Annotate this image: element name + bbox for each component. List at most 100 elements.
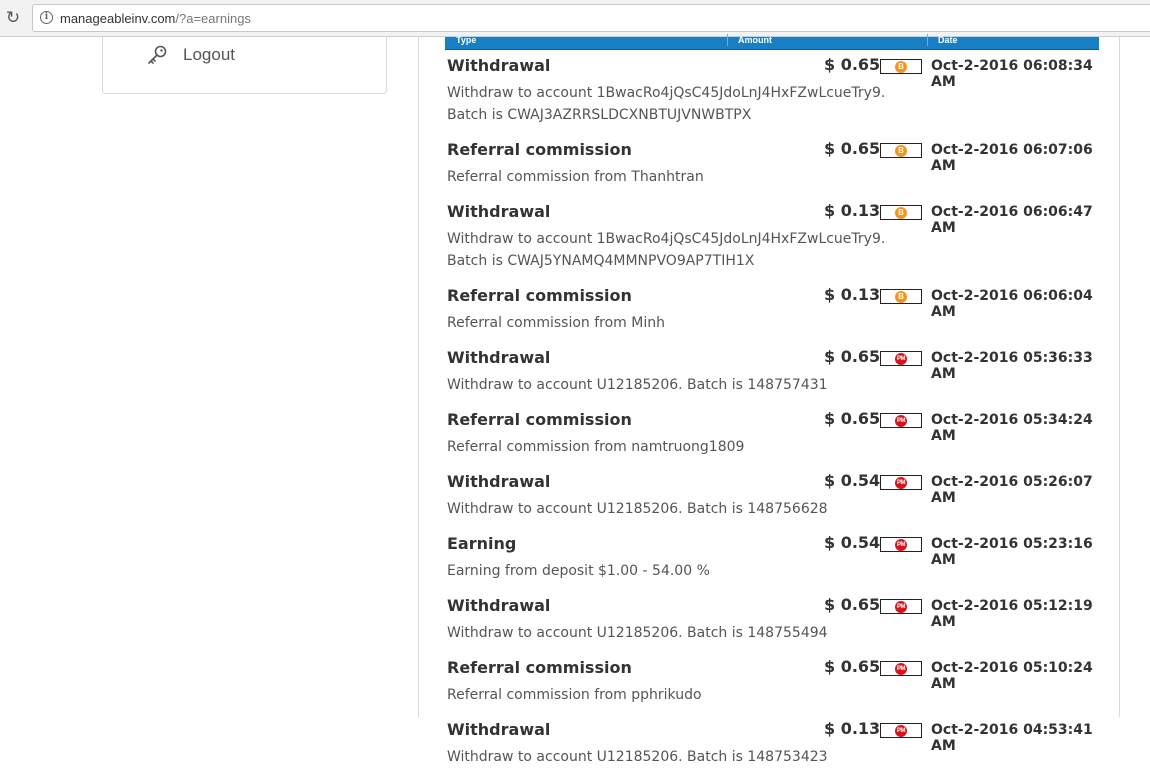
transaction-date: Oct-2-2016 05:36:33 AM — [931, 350, 1093, 382]
transaction-date: Oct-2-2016 05:12:19 AM — [931, 598, 1093, 630]
transaction-date: Oct-2-2016 06:08:34 AM — [931, 58, 1093, 90]
transaction-amount: $ 0.65 — [824, 139, 881, 158]
perfect-money-icon: PM — [895, 415, 907, 427]
transaction-amount: $ 0.13 — [824, 285, 881, 304]
bitcoin-icon: B — [895, 291, 907, 303]
payment-system-badge: PM — [880, 661, 922, 676]
header-date: Date — [927, 34, 958, 46]
perfect-money-icon: PM — [895, 663, 907, 675]
payment-system-badge: PM — [880, 537, 922, 552]
perfect-money-icon: PM — [895, 539, 907, 551]
payment-system-badge: B — [880, 289, 922, 304]
transaction-description: Referral commission from namtruong1809 — [447, 439, 745, 455]
transaction-date: Oct-2-2016 05:23:16 AM — [931, 536, 1093, 568]
address-bar[interactable]: i manageableinv.com/?a=earnings — [32, 4, 1150, 32]
transaction-date: Oct-2-2016 04:53:41 AM — [931, 722, 1093, 754]
transaction-row: Referral commission $ 0.65 PM Oct-2-2016… — [447, 407, 1107, 469]
transaction-type: Withdrawal — [447, 348, 551, 367]
table-header: Type Amount Date — [445, 34, 1099, 50]
bitcoin-icon: B — [895, 145, 907, 157]
payment-system-badge: PM — [880, 475, 922, 490]
transaction-description: Referral commission from pphrikudo — [447, 687, 702, 703]
transaction-type: Referral commission — [447, 140, 632, 159]
url-host: manageableinv.com — [60, 11, 176, 26]
bitcoin-icon: B — [895, 207, 907, 219]
transaction-amount: $ 0.65 — [824, 409, 881, 428]
logout-link[interactable]: Logout — [183, 45, 235, 65]
transaction-type: Earning — [447, 534, 517, 553]
transaction-type: Referral commission — [447, 658, 632, 677]
earnings-panel: Type Amount Date Withdrawal $ 0.65 B Oct… — [418, 34, 1120, 765]
bitcoin-icon: B — [895, 61, 907, 73]
transaction-header: Withdrawal $ 0.54 PM Oct-2-2016 05:26:07… — [447, 469, 1107, 506]
header-type: Type — [456, 35, 477, 45]
transaction-row: Referral commission $ 0.13 B Oct-2-2016 … — [447, 283, 1107, 345]
transaction-type: Withdrawal — [447, 472, 551, 491]
payment-system-badge: PM — [880, 723, 922, 738]
transaction-row: Withdrawal $ 0.54 PM Oct-2-2016 05:26:07… — [447, 469, 1107, 531]
header-amount: Amount — [727, 34, 772, 46]
transaction-date: Oct-2-2016 05:26:07 AM — [931, 474, 1093, 506]
sidebar-menu: Logout — [102, 37, 387, 94]
transaction-row: Withdrawal $ 0.13 PM Oct-2-2016 04:53:41… — [447, 717, 1107, 779]
payment-system-badge: PM — [880, 351, 922, 366]
transaction-header: Withdrawal $ 0.13 PM Oct-2-2016 04:53:41… — [447, 717, 1107, 754]
transaction-date: Oct-2-2016 05:34:24 AM — [931, 412, 1093, 444]
transaction-header: Referral commission $ 0.65 PM Oct-2-2016… — [447, 655, 1107, 692]
transaction-row: Earning $ 0.54 PM Oct-2-2016 05:23:16 AM… — [447, 531, 1107, 593]
transaction-header: Withdrawal $ 0.65 PM Oct-2-2016 05:36:33… — [447, 345, 1107, 382]
transaction-date: Oct-2-2016 06:07:06 AM — [931, 142, 1093, 174]
perfect-money-icon: PM — [895, 353, 907, 365]
browser-toolbar: ↻ i manageableinv.com/?a=earnings — [0, 0, 1150, 37]
transaction-description: Withdraw to account U12185206. Batch is … — [447, 501, 828, 517]
transaction-type: Withdrawal — [447, 56, 551, 75]
url-text: manageableinv.com/?a=earnings — [60, 11, 251, 26]
payment-system-badge: B — [880, 59, 922, 74]
transaction-description: Withdraw to account U12185206. Batch is … — [447, 749, 828, 765]
key-icon — [148, 45, 167, 64]
perfect-money-icon: PM — [895, 477, 907, 489]
transaction-description: Withdraw to account U12185206. Batch is … — [447, 377, 828, 393]
transaction-description: Referral commission from Thanhtran — [447, 169, 704, 185]
perfect-money-icon: PM — [895, 601, 907, 613]
transaction-amount: $ 0.54 — [824, 471, 881, 490]
transaction-amount: $ 0.65 — [824, 595, 881, 614]
transaction-description: Earning from deposit $1.00 - 54.00 % — [447, 563, 710, 579]
transaction-row: Referral commission $ 0.65 PM Oct-2-2016… — [447, 655, 1107, 717]
transaction-amount: $ 0.13 — [824, 719, 881, 738]
transaction-description: Withdraw to account U12185206. Batch is … — [447, 625, 828, 641]
reload-icon[interactable]: ↻ — [4, 9, 22, 27]
payment-system-badge: PM — [880, 413, 922, 428]
perfect-money-icon: PM — [895, 725, 907, 737]
transaction-date: Oct-2-2016 06:06:04 AM — [931, 288, 1093, 320]
transaction-description: Referral commission from Minh — [447, 315, 665, 331]
transaction-type: Withdrawal — [447, 720, 551, 739]
payment-system-badge: PM — [880, 599, 922, 614]
transaction-type: Withdrawal — [447, 596, 551, 615]
transaction-list: Withdrawal $ 0.65 B Oct-2-2016 06:08:34 … — [447, 53, 1107, 779]
payment-system-badge: B — [880, 205, 922, 220]
transaction-date: Oct-2-2016 06:06:47 AM — [931, 204, 1093, 236]
transaction-amount: $ 0.65 — [824, 657, 881, 676]
transaction-amount: $ 0.13 — [824, 201, 881, 220]
transaction-header: Referral commission $ 0.13 B Oct-2-2016 … — [447, 283, 1107, 320]
transaction-header: Referral commission $ 0.65 B Oct-2-2016 … — [447, 137, 1107, 174]
transaction-row: Withdrawal $ 0.65 PM Oct-2-2016 05:12:19… — [447, 593, 1107, 655]
transaction-date: Oct-2-2016 05:10:24 AM — [931, 660, 1093, 692]
transaction-header: Withdrawal $ 0.13 B Oct-2-2016 06:06:47 … — [447, 199, 1107, 236]
transaction-row: Withdrawal $ 0.65 B Oct-2-2016 06:08:34 … — [447, 53, 1107, 137]
info-icon[interactable]: i — [40, 11, 53, 24]
transaction-type: Withdrawal — [447, 202, 551, 221]
transaction-amount: $ 0.65 — [824, 55, 881, 74]
transaction-header: Withdrawal $ 0.65 B Oct-2-2016 06:08:34 … — [447, 53, 1107, 90]
transaction-type: Referral commission — [447, 286, 632, 305]
url-path: /?a=earnings — [175, 11, 251, 26]
transaction-header: Withdrawal $ 0.65 PM Oct-2-2016 05:12:19… — [447, 593, 1107, 630]
transaction-description: Withdraw to account 1BwacRo4jQsC45JdoLnJ… — [447, 85, 886, 123]
payment-system-badge: B — [880, 143, 922, 158]
transaction-amount: $ 0.65 — [824, 347, 881, 366]
transaction-header: Referral commission $ 0.65 PM Oct-2-2016… — [447, 407, 1107, 444]
transaction-row: Withdrawal $ 0.65 PM Oct-2-2016 05:36:33… — [447, 345, 1107, 407]
transaction-row: Withdrawal $ 0.13 B Oct-2-2016 06:06:47 … — [447, 199, 1107, 283]
transaction-row: Referral commission $ 0.65 B Oct-2-2016 … — [447, 137, 1107, 199]
